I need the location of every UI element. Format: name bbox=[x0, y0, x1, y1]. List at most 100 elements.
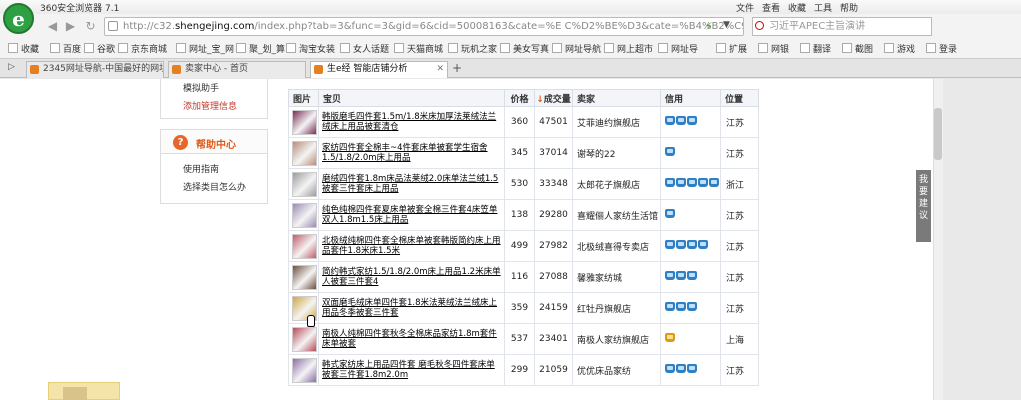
location-cell: 江苏 bbox=[720, 261, 759, 293]
lightning-icon[interactable]: ⚡ bbox=[705, 20, 713, 33]
price-cell: 360 bbox=[504, 106, 535, 138]
menu-favorites[interactable]: 收藏 bbox=[788, 1, 806, 14]
help-link[interactable]: 使用指南 bbox=[183, 162, 219, 175]
bookmark-item[interactable]: 网址导航 bbox=[552, 42, 601, 55]
product-link[interactable]: 韩式家纺床上用品四件套 磨毛秋冬四件套床单被套三件套1.8m2.0m bbox=[322, 360, 495, 380]
bookmark-login[interactable]: 登录 bbox=[926, 42, 957, 55]
crown-icon bbox=[676, 302, 686, 311]
location-cell: 江苏 bbox=[720, 106, 759, 138]
crown-icon bbox=[687, 364, 697, 373]
bookmark-item[interactable]: 美女写真 bbox=[500, 42, 549, 55]
volume-cell: 21059 bbox=[534, 354, 573, 386]
credit-cell bbox=[660, 168, 721, 200]
menu-help[interactable]: 帮助 bbox=[840, 1, 858, 14]
credit-cell bbox=[660, 292, 721, 324]
menu-tools[interactable]: 工具 bbox=[814, 1, 832, 14]
table-row: 南极人纯棉四件套秋冬全棉床品家纺1.8m套件床单被套 537 23401 南极人家纺旗… bbox=[288, 323, 759, 355]
product-link[interactable]: 家纺四件套全棉丰~4件套床单被套学生宿舍1.5/1.8/2.0m床上用品 bbox=[322, 143, 488, 163]
tab-2345[interactable]: 2345网址导航-中国最好的网址 bbox=[26, 61, 164, 78]
product-thumbnail[interactable] bbox=[292, 140, 317, 166]
tab-shengejing[interactable]: 生e经 智能店铺分析 ✕ bbox=[310, 61, 448, 78]
volume-cell: 23401 bbox=[534, 323, 573, 355]
product-link[interactable]: 纯色纯棉四件套夏床单被套全棉三件套4床笠单双人1.8m1.5床上用品 bbox=[322, 205, 497, 225]
seller-cell: 南极人家纺旗舰店 bbox=[572, 323, 661, 355]
close-icon[interactable]: ✕ bbox=[436, 62, 444, 77]
price-cell: 138 bbox=[504, 199, 535, 231]
col-price[interactable]: 价格 bbox=[504, 89, 535, 107]
crown-icon bbox=[676, 271, 686, 280]
product-link[interactable]: 韩版磨毛四件套1.5m/1.8米床加厚法莱绒法兰绒床上用品被套清仓 bbox=[322, 112, 496, 132]
product-thumbnail[interactable] bbox=[292, 109, 317, 135]
seller-cell: 太郎花子旗舰店 bbox=[572, 168, 661, 200]
table-row: 韩式家纺床上用品四件套 磨毛秋冬四件套床单被套三件套1.8m2.0m 299 210… bbox=[288, 354, 759, 386]
product-thumbnail[interactable] bbox=[292, 233, 317, 259]
floating-widget[interactable] bbox=[48, 382, 120, 400]
mouse-cursor bbox=[307, 315, 315, 327]
product-thumbnail[interactable] bbox=[292, 202, 317, 228]
volume-cell: 37014 bbox=[534, 137, 573, 169]
search-icon[interactable] bbox=[755, 21, 764, 30]
crown-icon bbox=[698, 178, 708, 187]
col-image: 图片 bbox=[288, 89, 319, 107]
feedback-button[interactable]: 我要建议 bbox=[916, 170, 931, 242]
url-input[interactable]: http://c32.shengejing.com/index.php?tab=… bbox=[104, 17, 744, 36]
scrollbar-thumb[interactable] bbox=[934, 108, 942, 160]
sidebar-link[interactable]: 模拟助手 bbox=[183, 81, 219, 94]
chevron-down-icon[interactable]: ▼ bbox=[723, 20, 730, 30]
bookmark-item[interactable]: 网上超市 bbox=[604, 42, 653, 55]
bookmark-item[interactable]: 收藏 bbox=[8, 42, 39, 55]
product-link[interactable]: 磨绒四件套1.8m床品法莱绒2.0床单法兰绒1.5被套三件套床上用品 bbox=[322, 174, 498, 194]
product-link[interactable]: 北极绒纯棉四件套全棉床单被套韩版简约床上用品套件1.8米床1.5米 bbox=[322, 236, 501, 256]
col-seller: 卖家 bbox=[572, 89, 661, 107]
crown-icon bbox=[665, 333, 675, 342]
refresh-icon[interactable]: ↻ bbox=[82, 18, 99, 35]
page-icon bbox=[108, 21, 118, 31]
help-center-box: ? 帮助中心 使用指南 选择类目怎么办 bbox=[160, 129, 268, 204]
favicon-icon bbox=[30, 65, 39, 74]
location-cell: 浙江 bbox=[720, 168, 759, 200]
product-link[interactable]: 南极人纯棉四件套秋冬全棉床品家纺1.8m套件床单被套 bbox=[322, 329, 497, 349]
product-thumbnail[interactable] bbox=[292, 357, 317, 383]
address-bar-row: ◀ ▶ ↻ http://c32.shengejing.com/index.ph… bbox=[0, 14, 1021, 39]
forward-arrow-icon[interactable]: ▶ bbox=[62, 18, 79, 35]
product-thumbnail[interactable] bbox=[292, 264, 317, 290]
sort-down-icon: ↓ bbox=[536, 94, 544, 105]
back-arrow-icon[interactable]: ◀ bbox=[44, 18, 61, 35]
volume-cell: 27088 bbox=[534, 261, 573, 293]
bookmark-item[interactable]: 玩机之家 bbox=[448, 42, 497, 55]
bookmark-extensions[interactable]: 扩展 bbox=[716, 42, 747, 55]
bookmark-item[interactable]: 聚_划_算 bbox=[236, 42, 285, 55]
product-link[interactable]: 简约韩式家纺1.5/1.8/2.0m床上用品1.2米床单人被套三件套4 bbox=[322, 267, 501, 287]
menu-file[interactable]: 文件 bbox=[736, 1, 754, 14]
price-cell: 537 bbox=[504, 323, 535, 355]
left-sidebar: 模拟助手 添加管理信息 ? 帮助中心 使用指南 选择类目怎么办 bbox=[160, 79, 270, 400]
bookmark-item[interactable]: 网址导 bbox=[658, 42, 698, 55]
price-cell: 359 bbox=[504, 292, 535, 324]
bookmark-item[interactable]: 淘宝女装 bbox=[286, 42, 335, 55]
product-thumbnail[interactable] bbox=[292, 171, 317, 197]
bookmark-item[interactable]: 谷歌 bbox=[84, 42, 115, 55]
product-thumbnail[interactable] bbox=[292, 326, 317, 352]
menu-view[interactable]: 查看 bbox=[762, 1, 780, 14]
product-link[interactable]: 双面磨毛绒床单四件套1.8米法莱绒法兰绒床上用品冬季被套三件套 bbox=[322, 298, 497, 318]
bookmark-games[interactable]: 游戏 bbox=[884, 42, 915, 55]
help-title: 帮助中心 bbox=[196, 140, 236, 151]
bookmark-item[interactable]: 网址_宝_网 bbox=[176, 42, 234, 55]
table-row: 韩版磨毛四件套1.5m/1.8米床加厚法莱绒法兰绒床上用品被套清仓 360 4750… bbox=[288, 106, 759, 138]
bookmark-item[interactable]: 百度 bbox=[50, 42, 81, 55]
bookmark-translate[interactable]: 翻译 bbox=[800, 42, 831, 55]
tab-seller-center[interactable]: 卖家中心 - 首页 bbox=[168, 61, 306, 78]
bookmark-bank[interactable]: 网银 bbox=[758, 42, 789, 55]
seller-cell: 喜耀俪人家纺生活馆 bbox=[572, 199, 661, 231]
bookmark-screenshot[interactable]: 截图 bbox=[842, 42, 873, 55]
bookmark-item[interactable]: 京东商城 bbox=[118, 42, 167, 55]
search-input[interactable]: 习近平APEC主旨演讲 bbox=[752, 17, 932, 36]
sidebar-link[interactable]: 添加管理信息 bbox=[183, 99, 237, 112]
bookmark-item[interactable]: 天猫商城 bbox=[394, 42, 443, 55]
crown-icon bbox=[665, 364, 675, 373]
help-link[interactable]: 选择类目怎么办 bbox=[183, 180, 246, 193]
col-volume[interactable]: ↓成交量 bbox=[534, 89, 573, 107]
new-tab-button[interactable]: + bbox=[452, 61, 462, 75]
sidebar-toggle-icon[interactable]: ▷ bbox=[8, 62, 15, 72]
bookmark-item[interactable]: 女人话题 bbox=[340, 42, 389, 55]
